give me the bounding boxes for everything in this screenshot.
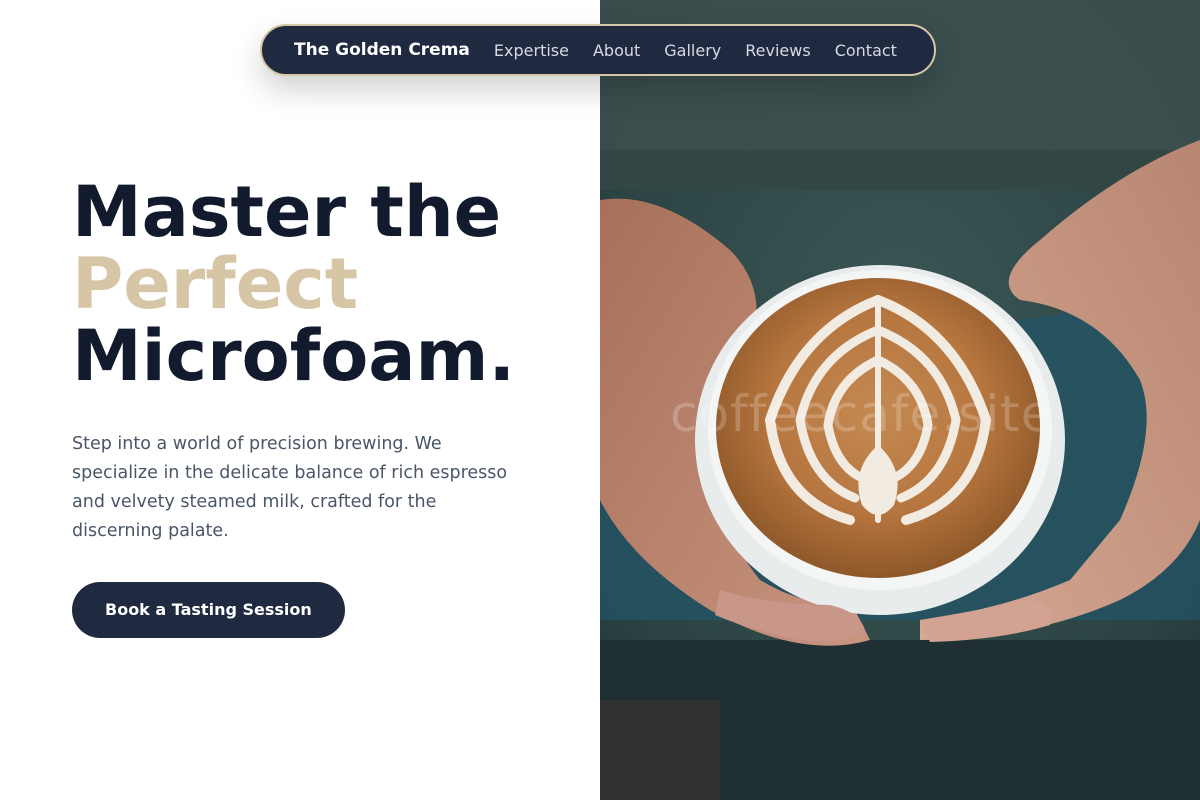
brand-logo-text[interactable]: The Golden Crema: [294, 40, 470, 60]
headline-line-2-accent: Perfect: [72, 243, 359, 325]
hero-section: Master the Perfect Microfoam. Step into …: [72, 176, 572, 638]
headline-line-1: Master the: [72, 171, 502, 253]
nav-link-expertise[interactable]: Expertise: [494, 41, 569, 60]
main-nav: The Golden Crema Expertise About Gallery…: [260, 24, 936, 76]
nav-link-about[interactable]: About: [593, 41, 640, 60]
hero-latte-photo: coffeecafe.site: [600, 0, 1200, 800]
hero-description: Step into a world of precision brewing. …: [72, 434, 508, 541]
nav-link-reviews[interactable]: Reviews: [745, 41, 810, 60]
nav-link-contact[interactable]: Contact: [835, 41, 897, 60]
landing-page: coffeecafe.site The Golden Crema Experti…: [0, 0, 1200, 800]
headline-line-3: Microfoam.: [72, 315, 516, 397]
book-tasting-button[interactable]: Book a Tasting Session: [72, 582, 345, 638]
watermark-text: coffeecafe.site: [670, 385, 1053, 443]
hero-headline: Master the Perfect Microfoam.: [72, 176, 572, 392]
nav-link-gallery[interactable]: Gallery: [664, 41, 721, 60]
